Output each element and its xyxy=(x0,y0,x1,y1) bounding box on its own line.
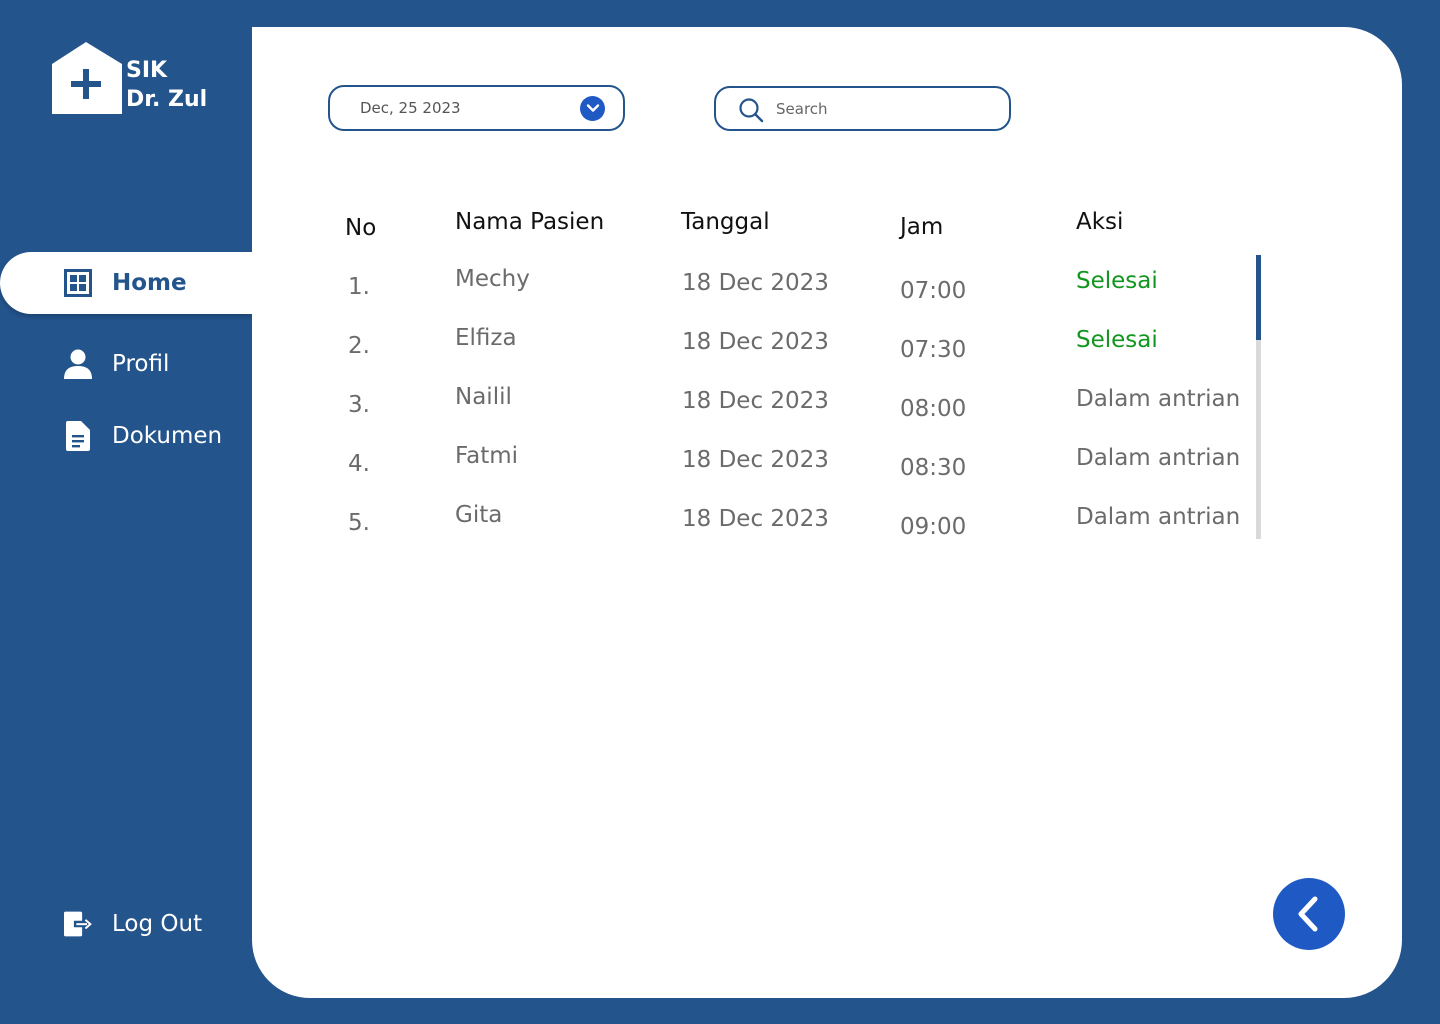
brand-line-1: SIK xyxy=(126,58,168,83)
date-value: Dec, 25 2023 xyxy=(360,99,461,117)
cell-no: 5. xyxy=(348,510,370,536)
table-scrollbar[interactable] xyxy=(1256,255,1261,539)
cell-time: 08:00 xyxy=(900,396,967,422)
app-logo: SIK Dr. Zul xyxy=(50,42,230,122)
column-header-date: Tanggal xyxy=(681,209,770,235)
cell-no: 1. xyxy=(348,274,370,300)
chevron-down-icon xyxy=(580,95,605,121)
cell-date: 18 Dec 2023 xyxy=(682,270,829,296)
column-header-time: Jam xyxy=(900,214,944,240)
cell-name: Elfiza xyxy=(455,325,517,351)
sidebar-item-label: Profil xyxy=(112,351,170,377)
cell-time: 08:30 xyxy=(900,455,967,481)
cell-date: 18 Dec 2023 xyxy=(682,329,829,355)
scrollbar-thumb[interactable] xyxy=(1256,255,1261,340)
column-header-name: Nama Pasien xyxy=(455,209,605,235)
sidebar-item-home[interactable]: Home xyxy=(0,252,252,314)
cell-no: 3. xyxy=(348,392,370,418)
cell-name: Nailil xyxy=(455,384,512,410)
cell-date: 18 Dec 2023 xyxy=(682,506,829,532)
search-input[interactable] xyxy=(776,96,996,122)
cell-name: Mechy xyxy=(455,266,530,292)
cell-no: 2. xyxy=(348,333,370,359)
document-icon xyxy=(64,421,92,451)
cell-no: 4. xyxy=(348,451,370,477)
column-header-action: Aksi xyxy=(1076,209,1124,235)
logout-icon xyxy=(64,910,92,938)
house-plus-icon xyxy=(52,42,122,114)
cell-name: Fatmi xyxy=(455,443,519,469)
cell-date: 18 Dec 2023 xyxy=(682,388,829,414)
status-dalam-antrian[interactable]: Dalam antrian xyxy=(1076,386,1240,412)
status-dalam-antrian[interactable]: Dalam antrian xyxy=(1076,445,1240,471)
grid-icon xyxy=(64,269,92,297)
logout-label: Log Out xyxy=(112,911,203,937)
search-icon xyxy=(739,98,764,123)
status-dalam-antrian[interactable]: Dalam antrian xyxy=(1076,504,1240,530)
cell-date: 18 Dec 2023 xyxy=(682,447,829,473)
cell-time: 07:00 xyxy=(900,278,967,304)
date-dropdown[interactable]: Dec, 25 2023 xyxy=(328,85,625,131)
search-box xyxy=(714,86,1011,131)
cell-name: Gita xyxy=(455,502,503,528)
column-header-no: No xyxy=(345,215,377,241)
user-icon xyxy=(64,349,92,379)
brand-line-2: Dr. Zul xyxy=(126,87,208,112)
sidebar-item-profil[interactable]: Profil xyxy=(0,333,252,395)
sidebar-item-label: Home xyxy=(112,270,187,296)
sidebar-item-dokumen[interactable]: Dokumen xyxy=(0,405,252,467)
main-panel: Dec, 25 2023 No Nama Pasien Tanggal Jam … xyxy=(252,27,1402,998)
chevron-left-icon xyxy=(1298,896,1318,932)
status-selesai[interactable]: Selesai xyxy=(1076,268,1158,294)
logout-button[interactable]: Log Out xyxy=(0,893,252,955)
brand-name: SIK Dr. Zul xyxy=(126,56,207,114)
back-button[interactable] xyxy=(1273,878,1345,950)
cell-time: 07:30 xyxy=(900,337,967,363)
sidebar-item-label: Dokumen xyxy=(112,423,223,449)
cell-time: 09:00 xyxy=(900,514,967,540)
status-selesai[interactable]: Selesai xyxy=(1076,327,1158,353)
